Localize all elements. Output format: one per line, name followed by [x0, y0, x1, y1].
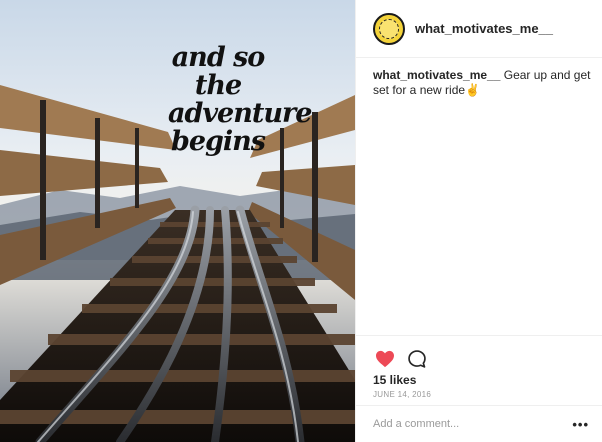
image-overlay-text: and so the adventure begins [168, 42, 312, 157]
comment-bubble-icon [408, 350, 426, 368]
overlay-line: begins [170, 126, 266, 157]
comment-button[interactable] [405, 347, 429, 371]
overlay-line: and so [171, 42, 266, 73]
instagram-post: and so the adventure begins what_motivat… [0, 0, 602, 442]
more-options-button[interactable]: ••• [572, 417, 589, 432]
avatar-logo [379, 18, 399, 39]
post-header: what_motivates_me__ [356, 0, 602, 58]
header-username[interactable]: what_motivates_me__ [415, 21, 553, 36]
overlay-line: the [194, 70, 242, 101]
action-bar [356, 336, 602, 372]
heart-filled-icon [376, 350, 394, 368]
post-actions-section: 15 likes June 14, 2016 [356, 335, 602, 399]
caption-username[interactable]: what_motivates_me__ [373, 68, 500, 82]
overlay-line: adventure [168, 98, 312, 129]
comment-form: ••• [356, 405, 602, 442]
comment-input[interactable] [373, 418, 573, 430]
caption: what_motivates_me__ Gear up and get set … [373, 68, 593, 98]
post-date[interactable]: June 14, 2016 [356, 390, 602, 399]
like-button[interactable] [373, 347, 397, 371]
likes-count[interactable]: 15 likes [356, 372, 602, 388]
avatar[interactable] [373, 12, 405, 45]
post-side-panel: what_motivates_me__ what_motivates_me__ … [355, 0, 602, 442]
post-photo[interactable]: and so the adventure begins [0, 0, 355, 442]
